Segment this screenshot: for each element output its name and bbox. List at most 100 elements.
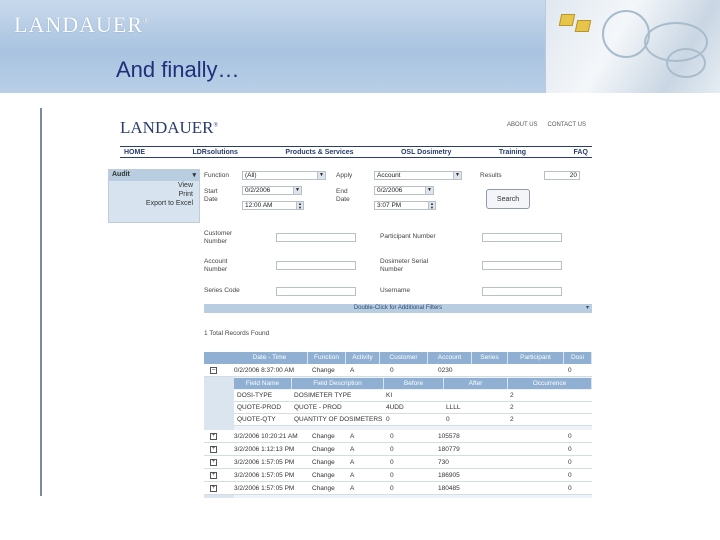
column-header[interactable]: Customer xyxy=(380,352,428,364)
column-header[interactable]: Dosi xyxy=(564,352,592,364)
chevron-down-icon[interactable]: ▼ xyxy=(425,187,433,194)
column-header[interactable]: After xyxy=(444,378,508,389)
cell-field-name: QUOTE-PROD xyxy=(237,404,282,411)
cell-activity: A xyxy=(350,367,355,374)
table-row[interactable]: + 3/2/2006 10:20:21 AM Change A 0 105578… xyxy=(204,430,592,443)
participant-number-input[interactable] xyxy=(482,233,562,242)
series-code-input[interactable] xyxy=(276,287,356,296)
main-nav: HOME LDRsolutions Products & Services OS… xyxy=(120,146,592,158)
detail-row[interactable]: QUOTE-PROD QUOTE - PROD 4UDD LLLL 2 xyxy=(234,402,592,414)
table-row[interactable]: + 3/2/2006 1:57:05 PM Change A 0 730 0 xyxy=(204,456,592,469)
cell-activity: A xyxy=(350,472,355,479)
cell-account: 186905 xyxy=(438,472,460,479)
cell-dosi: 0 xyxy=(568,459,572,466)
apply-select[interactable]: Account ▼ xyxy=(374,171,462,180)
column-header[interactable]: Function xyxy=(308,352,346,364)
serial-number-input[interactable] xyxy=(482,261,562,270)
cell-customer: 0 xyxy=(390,459,394,466)
cell-field-name: DOSI-TYPE xyxy=(237,392,273,399)
column-header[interactable]: Participant xyxy=(508,352,564,364)
cell-function: Change xyxy=(312,459,335,466)
nav-osl-dosimetry[interactable]: OSL Dosimetry xyxy=(401,149,451,156)
column-header[interactable]: Occurrence xyxy=(508,378,592,389)
expand-icon[interactable]: + xyxy=(210,485,217,492)
end-time-input[interactable]: 3:07 PM ▲ ▼ xyxy=(374,201,436,210)
nav-training[interactable]: Training xyxy=(499,149,526,156)
spinner-icon[interactable]: ▲ ▼ xyxy=(296,202,303,209)
additional-filters-bar[interactable]: Double-Click for Additional Filters ▾ xyxy=(204,304,592,313)
expand-icon[interactable]: + xyxy=(210,446,217,453)
apply-label: Apply xyxy=(336,172,353,179)
nav-faq[interactable]: FAQ xyxy=(574,149,588,156)
spinner-icon[interactable]: ▲ ▼ xyxy=(428,202,435,209)
audit-panel-header[interactable]: Audit ▾ xyxy=(109,170,199,181)
cell-before: 4UDD xyxy=(386,404,404,411)
cell-customer: 0 xyxy=(390,472,394,479)
chevron-down-icon[interactable]: ▾ xyxy=(586,304,589,313)
records-found: 1 Total Records Found xyxy=(204,330,270,337)
chevron-down-icon[interactable]: ▼ xyxy=(293,187,301,194)
table-row[interactable]: + 3/2/2006 1:57:05 PM Change A 0 186905 … xyxy=(204,469,592,482)
cell-field-name: QUOTE-QTY xyxy=(237,416,276,423)
cell-date: 0/2/2006 8:37:00 AM xyxy=(234,367,294,374)
disc-shape xyxy=(602,10,650,58)
serial-label: Dosimeter Serial Number xyxy=(380,258,429,273)
link-about-us[interactable]: ABOUT US xyxy=(507,122,538,128)
side-item-export[interactable]: Export to Excel xyxy=(109,199,199,208)
side-item-print[interactable]: Print xyxy=(109,190,199,199)
column-header[interactable]: Date - Time xyxy=(232,352,308,364)
cell-dosi: 0 xyxy=(568,446,572,453)
expand-icon[interactable]: + xyxy=(210,459,217,466)
chevron-down-icon[interactable]: ▾ xyxy=(192,171,196,180)
username-input[interactable] xyxy=(482,287,562,296)
end-date-label: End Date xyxy=(336,188,350,203)
cell-before: KI xyxy=(386,392,393,399)
username-label: Username xyxy=(380,287,410,294)
top-links: ABOUT US CONTACT US xyxy=(507,122,586,128)
chip-shape xyxy=(574,20,592,32)
start-date-input[interactable]: 0/2/2006 ▼ xyxy=(242,186,302,195)
slide-title: And finally… xyxy=(116,57,240,82)
start-date-label: Start Date xyxy=(204,188,218,203)
detail-row[interactable]: DOSI-TYPE DOSIMETER TYPE KI 2 xyxy=(234,390,592,402)
cell-account: 730 xyxy=(438,459,449,466)
column-header[interactable]: Field Description xyxy=(292,378,384,389)
column-header[interactable]: Before xyxy=(384,378,444,389)
nav-ldrsolutions[interactable]: LDRsolutions xyxy=(192,149,238,156)
results-input[interactable]: 20 xyxy=(544,171,580,180)
customer-number-input[interactable] xyxy=(276,233,356,242)
banner-photo xyxy=(545,0,720,93)
start-time-input[interactable]: 12:00 AM ▲ ▼ xyxy=(242,201,304,210)
column-header[interactable]: Series xyxy=(472,352,508,364)
nav-home[interactable]: HOME xyxy=(124,149,145,156)
cell-date: 3/2/2006 1:57:05 PM xyxy=(234,485,295,492)
expand-icon[interactable]: + xyxy=(210,472,217,479)
end-date-input[interactable]: 0/2/2006 ▼ xyxy=(374,186,434,195)
table-row[interactable]: + 3/2/2006 1:12:13 PM Change A 0 180779 … xyxy=(204,443,592,456)
search-button[interactable]: Search xyxy=(486,189,530,209)
function-label: Function xyxy=(204,172,229,179)
expand-icon[interactable]: + xyxy=(210,433,217,440)
table-row[interactable]: + 3/2/2006 1:57:05 PM Change A 0 180485 … xyxy=(204,482,592,495)
chevron-down-icon[interactable]: ▼ xyxy=(317,172,325,179)
cell-account: 180485 xyxy=(438,485,460,492)
column-header[interactable]: Field Name xyxy=(234,378,292,389)
detail-row[interactable]: QUOTE-QTY QUANTITY OF DOSIMETERS CH 0 0 … xyxy=(234,414,592,426)
chevron-down-icon[interactable]: ▼ xyxy=(453,172,461,179)
link-contact-us[interactable]: CONTACT US xyxy=(548,122,586,128)
cell-occurrence: 2 xyxy=(510,416,514,423)
column-header[interactable]: Account xyxy=(428,352,472,364)
customer-label: Customer Number xyxy=(204,230,233,245)
disc-shape xyxy=(666,48,706,78)
account-number-input[interactable] xyxy=(276,261,356,270)
table-row[interactable]: – 0/2/2006 8:37:00 AM Change A 0 0230 0 xyxy=(204,364,592,377)
chip-shape xyxy=(558,14,576,26)
cell-function: Change xyxy=(312,472,335,479)
cell-after: LLLL xyxy=(446,404,461,411)
column-header[interactable]: Activity xyxy=(346,352,380,364)
cell-after xyxy=(446,390,506,402)
nav-products[interactable]: Products & Services xyxy=(285,149,353,156)
side-item-view[interactable]: View xyxy=(109,181,199,190)
collapse-icon[interactable]: – xyxy=(210,367,217,374)
function-select[interactable]: (All) ▼ xyxy=(242,171,326,180)
